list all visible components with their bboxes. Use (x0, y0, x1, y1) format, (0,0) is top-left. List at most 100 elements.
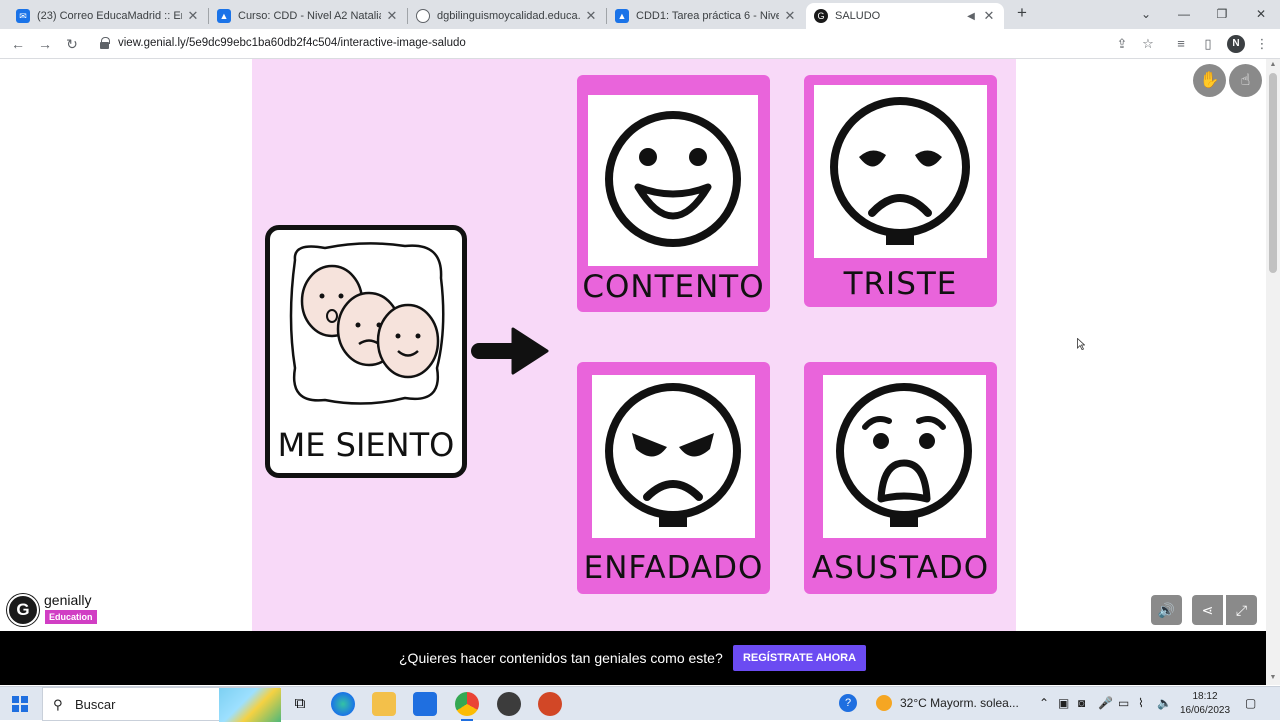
emotion-label: ASUSTADO (811, 550, 990, 586)
globe-icon (416, 9, 430, 23)
lock-icon (100, 37, 110, 49)
genially-icon: G (814, 9, 828, 23)
search-input: Buscar (75, 697, 116, 712)
file-explorer-icon[interactable] (372, 692, 396, 716)
emotion-card-asustado[interactable]: ASUSTADO (804, 362, 997, 594)
tab-dgbilinguismo[interactable]: dgbilinguismoycalidad.educa.ma ✕ (408, 3, 606, 29)
volume-icon[interactable]: 🔊 (1151, 595, 1182, 625)
avatar[interactable]: N (1227, 35, 1245, 53)
back-icon[interactable]: ← (8, 34, 28, 54)
scroll-down-icon[interactable]: ▼ (1269, 674, 1277, 681)
emotion-label: TRISTE (843, 266, 958, 302)
education-badge: Education (45, 610, 97, 624)
genially-name: genially (44, 592, 92, 608)
address-bar[interactable]: view.genial.ly/5e9dc99ebc1ba60db2f4c504/… (92, 32, 1140, 56)
windows-taskbar: ⚲ Buscar ⧉ ? 32°C Mayorm. solea... ⌃ ▣ ◙… (0, 686, 1280, 722)
tab-title: SALUDO (835, 10, 881, 22)
page-viewport: ME SIENTO CONTENTO TRISTE ENFADADO ASUST… (0, 59, 1280, 685)
close-icon[interactable]: ✕ (584, 8, 598, 24)
speaker-icon[interactable]: ◀ (964, 11, 978, 22)
mail-app-icon[interactable] (413, 692, 437, 716)
people-faces-icon (289, 242, 445, 405)
happy-face-icon (605, 111, 741, 247)
emotion-card-contento[interactable]: CONTENTO (577, 75, 770, 312)
me-siento-card[interactable]: ME SIENTO (265, 225, 467, 478)
register-button[interactable]: REGÍSTRATE AHORA (733, 645, 866, 671)
touch-icon[interactable]: ☝ (1229, 64, 1262, 97)
tab-saludo[interactable]: G SALUDO ◀ ✕ (806, 3, 1004, 29)
bookmark-star-icon[interactable]: ☆ (1139, 35, 1157, 53)
weather-icon[interactable] (876, 695, 892, 711)
promo-banner: ¿Quieres hacer contenidos tan geniales c… (0, 631, 1266, 685)
scared-face-icon (836, 383, 972, 527)
search-highlight-image (219, 688, 281, 722)
tab-title: CDD1: Tarea práctica 6 - Nivel A (636, 10, 779, 22)
weather-text[interactable]: 32°C Mayorm. solea... (900, 696, 1019, 710)
genially-logo[interactable]: genially Education (7, 592, 127, 628)
scrollbar-thumb[interactable] (1269, 73, 1277, 273)
clock-time: 18:12 (1192, 691, 1218, 702)
fullscreen-icon[interactable]: ⤢ (1226, 595, 1257, 625)
maximize-icon[interactable]: ❐ (1212, 4, 1232, 24)
browser-tab-bar: ✉ (23) Correo EducaMadrid :: Entra ✕ ▲ C… (0, 0, 1280, 29)
network-icon[interactable]: ⌇ (1138, 696, 1144, 710)
me-siento-label: ME SIENTO (277, 426, 455, 464)
tab-cdd1[interactable]: ▲ CDD1: Tarea práctica 6 - Nivel A ✕ (607, 3, 805, 29)
tab-title: Curso: CDD - Nivel A2 Natalia Ca (238, 10, 381, 22)
emotion-card-triste[interactable]: TRISTE (804, 75, 997, 307)
windows-start-icon[interactable] (12, 696, 28, 712)
emotion-label: CONTENTO (582, 269, 765, 305)
taskbar-search[interactable]: ⚲ Buscar (42, 687, 281, 722)
tab-title: dgbilinguismoycalidad.educa.ma (437, 10, 580, 22)
clock-date: 16/06/2023 (1179, 705, 1231, 716)
chrome-icon[interactable] (455, 692, 479, 721)
chevron-up-icon[interactable]: ⌃ (1039, 696, 1049, 710)
hand-pointer-icon[interactable]: ✋ (1193, 64, 1226, 97)
reload-icon[interactable]: ↻ (62, 34, 82, 54)
angry-face-icon (605, 383, 741, 527)
volume-tray-icon[interactable]: 🔈 (1157, 696, 1172, 710)
share-icon[interactable]: ⋖ (1192, 595, 1223, 625)
banner-message: ¿Quieres hacer contenidos tan geniales c… (399, 650, 723, 666)
sad-face-icon (830, 97, 970, 245)
share-icon[interactable]: ⇪ (1113, 35, 1131, 53)
emotion-card-enfadado[interactable]: ENFADADO (577, 362, 770, 594)
close-icon[interactable]: ✕ (982, 8, 996, 24)
tab-title: (23) Correo EducaMadrid :: Entra (37, 10, 182, 22)
system-clock[interactable]: 18:12 16/06/2023 (1178, 690, 1232, 718)
camera-icon[interactable]: ◙ (1078, 696, 1085, 710)
side-panel-icon[interactable]: ▯ (1199, 35, 1217, 53)
genially-icon (7, 594, 39, 626)
close-icon[interactable]: ✕ (783, 8, 797, 24)
arrow-right-icon (471, 327, 549, 375)
graduation-cap-icon: ▲ (615, 9, 629, 23)
close-icon[interactable]: ✕ (385, 8, 399, 24)
mail-icon: ✉ (16, 9, 30, 23)
graduation-cap-icon: ▲ (217, 9, 231, 23)
recorder-icon[interactable] (497, 692, 521, 716)
meet-icon[interactable]: ▣ (1058, 696, 1069, 710)
tab-search-icon[interactable]: ⌄ (1136, 4, 1156, 24)
page-scrollbar[interactable]: ▲ ▼ (1266, 59, 1280, 685)
task-view-icon[interactable]: ⧉ (288, 692, 312, 716)
forward-icon[interactable]: → (35, 34, 55, 54)
battery-icon[interactable]: ▭ (1118, 696, 1129, 710)
powerpoint-icon[interactable] (538, 692, 562, 716)
menu-kebab-icon[interactable]: ⋮ (1253, 35, 1271, 53)
browser-toolbar: ← → ↻ view.genial.ly/5e9dc99ebc1ba60db2f… (0, 29, 1280, 59)
close-window-icon[interactable]: ✕ (1251, 4, 1271, 24)
mouse-cursor-icon (1077, 338, 1085, 350)
emotion-label: ENFADADO (583, 550, 764, 586)
minimize-icon[interactable]: — (1174, 4, 1194, 24)
help-icon[interactable]: ? (839, 694, 857, 712)
close-icon[interactable]: ✕ (186, 8, 200, 24)
edge-icon[interactable] (331, 692, 355, 716)
search-icon: ⚲ (53, 697, 63, 712)
scroll-up-icon[interactable]: ▲ (1269, 61, 1277, 68)
tab-correo[interactable]: ✉ (23) Correo EducaMadrid :: Entra ✕ (8, 3, 208, 29)
tab-curso[interactable]: ▲ Curso: CDD - Nivel A2 Natalia Ca ✕ (209, 3, 407, 29)
reading-list-icon[interactable]: ≡ (1172, 35, 1190, 53)
new-tab-button[interactable]: + (1013, 4, 1031, 22)
microphone-icon[interactable]: 🎤 (1098, 696, 1113, 710)
notifications-icon[interactable]: ▢ (1245, 696, 1256, 710)
